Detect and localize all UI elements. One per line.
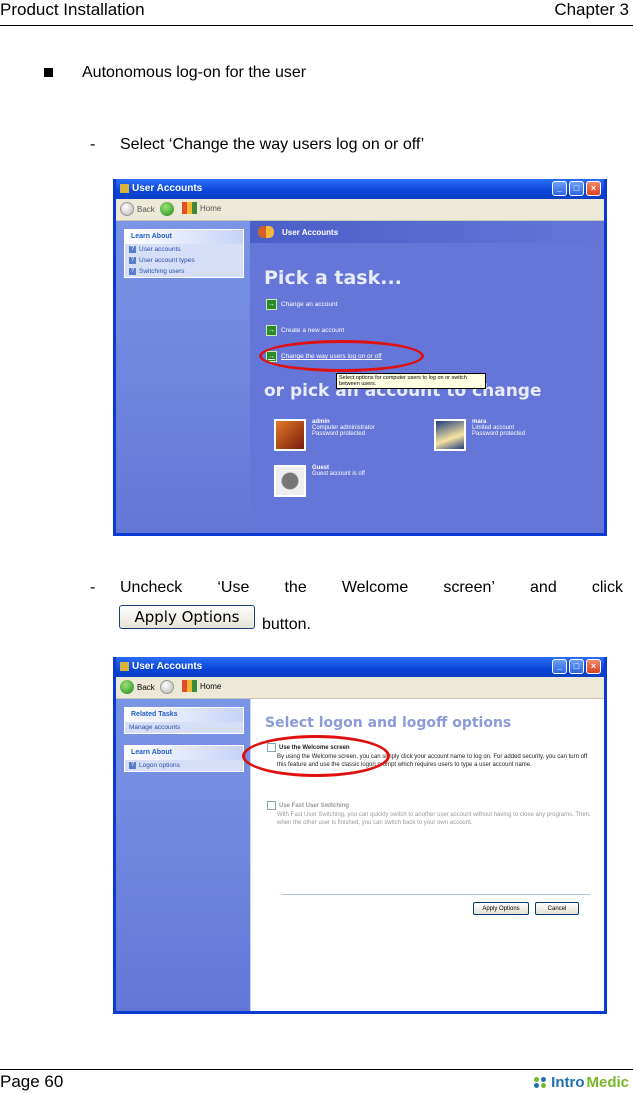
highlight-circle xyxy=(242,735,390,777)
fast-user-switching-option: Use Fast User Switching With Fast User S… xyxy=(267,801,592,827)
forward-button[interactable] xyxy=(160,202,174,216)
square-bullet-icon xyxy=(44,68,53,77)
learn-link[interactable]: ? Switching users xyxy=(125,266,243,277)
home-icon xyxy=(182,202,197,214)
page-number: Page 60 xyxy=(0,1072,64,1091)
main-header: User Accounts xyxy=(250,221,604,243)
home-label: Home xyxy=(200,681,222,691)
back-button[interactable]: Back xyxy=(120,680,155,694)
step-dash: - xyxy=(90,579,96,596)
green-arrow-icon: → xyxy=(266,299,277,310)
toolbar: Back Home xyxy=(116,199,604,221)
pick-task-heading: Pick a task... xyxy=(264,267,402,289)
related-tasks-box: Related Tasks Manage accounts xyxy=(124,707,244,734)
apply-options-button[interactable]: Apply Options xyxy=(473,902,529,915)
task-link[interactable]: → Create a new account xyxy=(266,325,344,336)
task-link[interactable]: → Change an account xyxy=(266,299,337,310)
home-button[interactable]: Home xyxy=(182,202,221,214)
window-titlebar: User Accounts _ □ × xyxy=(116,179,604,199)
green-arrow-icon: → xyxy=(266,325,277,336)
home-button[interactable]: Home xyxy=(182,680,221,692)
page-heading: Select logon and logoff options xyxy=(265,715,512,731)
help-icon: ? xyxy=(129,762,136,769)
page-header-chapter: Chapter 3 xyxy=(554,0,629,19)
back-button[interactable]: Back xyxy=(120,202,155,216)
account-tile-admin[interactable]: admin Computer administrator Password prot… xyxy=(274,419,375,451)
window-app-icon xyxy=(120,184,129,193)
back-arrow-icon xyxy=(120,202,134,216)
maximize-button[interactable]: □ xyxy=(569,181,584,196)
learn-about-title: Learn About xyxy=(125,230,243,244)
step-2-text: Uncheck ‘Use the Welcome screen’ and cli… xyxy=(120,579,623,596)
window-title: User Accounts xyxy=(132,661,203,672)
account-picture xyxy=(274,465,306,497)
account-picture xyxy=(274,419,306,451)
back-label: Back xyxy=(137,682,155,692)
window-titlebar: User Accounts _ □ × xyxy=(116,657,604,677)
back-label: Back xyxy=(137,204,155,214)
close-button[interactable]: × xyxy=(586,181,601,196)
maximize-button[interactable]: □ xyxy=(569,659,584,674)
learn-link[interactable]: ? User accounts xyxy=(125,244,243,255)
apply-options-button-image: Apply Options xyxy=(119,605,255,629)
highlight-circle xyxy=(259,340,424,372)
window-title: User Accounts xyxy=(132,183,203,194)
back-arrow-icon xyxy=(120,680,134,694)
task-pane: Related Tasks Manage accounts Learn Abou… xyxy=(116,699,250,1011)
divider xyxy=(281,894,590,895)
window-app-icon xyxy=(120,662,129,671)
close-button[interactable]: × xyxy=(586,659,601,674)
step-1-text: Select ‘Change the way users log on or o… xyxy=(120,136,425,153)
forward-button[interactable] xyxy=(160,680,174,694)
header-divider xyxy=(0,25,633,26)
footer-divider xyxy=(0,1069,633,1070)
learn-about-box: Learn About ? Logon options xyxy=(124,745,244,772)
cancel-button[interactable]: Cancel xyxy=(535,902,579,915)
toolbar: Back Home xyxy=(116,677,604,699)
fast-user-switching-label[interactable]: Use Fast User Switching xyxy=(279,803,349,809)
learn-link[interactable]: ? User account types xyxy=(125,255,243,266)
help-icon: ? xyxy=(129,268,136,275)
learn-about-title: Learn About xyxy=(125,746,243,760)
account-tile-guest[interactable]: Guest Guest account is off xyxy=(274,465,365,497)
main-pane: User Accounts Pick a task... → Change an … xyxy=(250,221,604,533)
account-tile-mara[interactable]: mara Limited account Password protected xyxy=(434,419,525,451)
logo-mark-icon xyxy=(534,1077,547,1088)
tooltip: Select options for computer users to log… xyxy=(336,373,486,389)
logon-options-link[interactable]: ? Logon options xyxy=(125,760,243,771)
help-icon: ? xyxy=(129,246,136,253)
section-heading: Autonomous log-on for the user xyxy=(82,64,307,81)
related-tasks-title: Related Tasks xyxy=(125,708,243,722)
help-icon: ? xyxy=(129,257,136,264)
intromedic-logo: Intro Medic xyxy=(534,1074,629,1091)
home-label: Home xyxy=(200,203,222,213)
screenshot-logon-options: User Accounts _ □ × Back Home Related Ta… xyxy=(113,657,607,1014)
account-picture xyxy=(434,419,466,451)
step-2-suffix: button. xyxy=(262,616,311,633)
learn-about-box: Learn About ? User accounts ? User account… xyxy=(124,229,244,278)
manage-accounts-link[interactable]: Manage accounts xyxy=(125,722,243,733)
forward-arrow-icon xyxy=(160,202,174,216)
task-pane: Learn About ? User accounts ? User account… xyxy=(116,221,250,533)
forward-arrow-icon xyxy=(160,680,174,694)
user-accounts-icon xyxy=(258,226,274,238)
page-header-title: Product Installation xyxy=(0,0,145,19)
fast-user-switching-checkbox[interactable] xyxy=(267,801,276,810)
step-dash: - xyxy=(90,136,96,153)
home-icon xyxy=(182,680,197,692)
minimize-button[interactable]: _ xyxy=(552,659,567,674)
fast-user-switching-description: With Fast User Switching, you can quickl… xyxy=(277,812,591,826)
minimize-button[interactable]: _ xyxy=(552,181,567,196)
